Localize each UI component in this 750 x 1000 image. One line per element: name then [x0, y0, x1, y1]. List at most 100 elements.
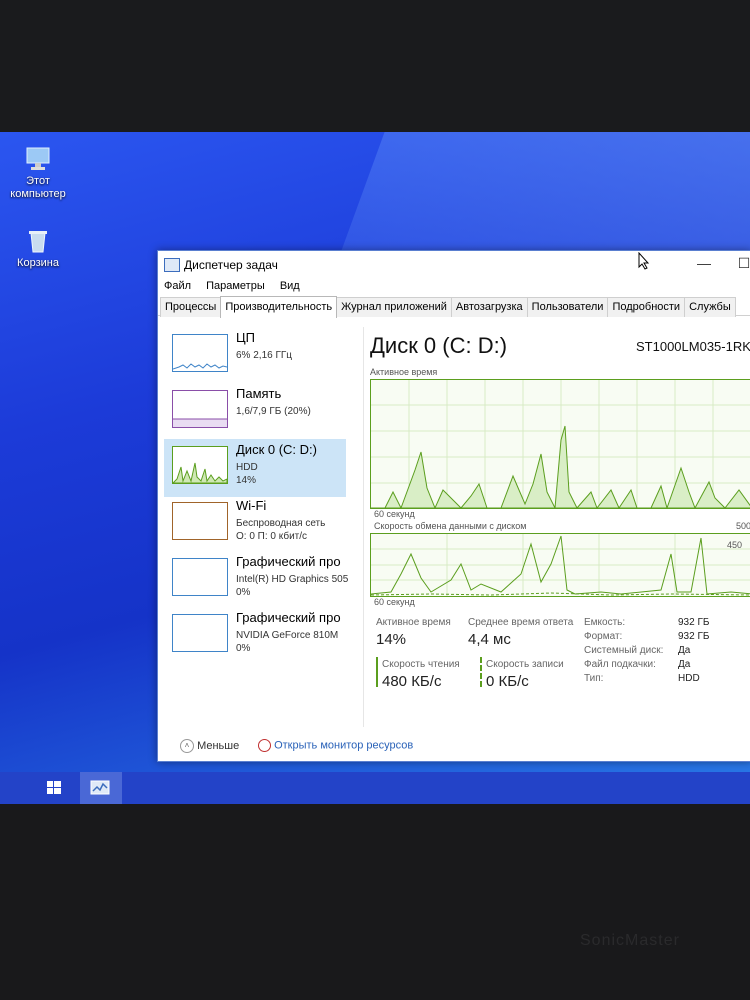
prop-pagefile-label: Файл подкачки: — [584, 659, 656, 670]
sidebar-item-label: Диск 0 (C: D:) — [236, 442, 317, 457]
desktop-icon-label: Этот компьютер — [10, 175, 66, 200]
wifi-type: Беспроводная сеть — [236, 518, 326, 529]
sidebar-item-label: ЦП — [236, 330, 255, 345]
desktop-icon-this-pc[interactable]: Этот компьютер — [6, 146, 70, 201]
title-bar[interactable]: Диспетчер задач — ☐ — [158, 251, 750, 277]
prop-format-label: Формат: — [584, 631, 623, 642]
memory-thumbnail-graph — [172, 390, 228, 428]
tab-startup[interactable]: Автозагрузка — [450, 297, 528, 317]
resource-monitor-icon — [258, 739, 271, 752]
sidebar-item-detail: NVIDIA GeForce 810M 0% — [236, 629, 338, 655]
task-manager-icon — [164, 258, 180, 272]
disk-usage: 14% — [236, 475, 257, 486]
desktop-icon-label: Корзина — [17, 257, 59, 269]
chevron-up-icon: ˄ — [180, 739, 194, 753]
task-manager-icon — [90, 780, 110, 795]
gpu-usage: 0% — [236, 643, 251, 654]
disk-type: HDD — [236, 462, 258, 473]
prop-capacity-value: 932 ГБ — [678, 617, 710, 628]
disk-model: ST1000LM035-1RK — [636, 339, 750, 354]
menu-file[interactable]: Файл — [164, 277, 191, 295]
active-time-graph — [370, 379, 750, 510]
start-button[interactable] — [42, 778, 66, 798]
prop-capacity-label: Емкость: — [584, 617, 626, 628]
tab-bar: Процессы Производительность Журнал приложе… — [158, 295, 750, 318]
window-title: Диспетчер задач — [184, 258, 278, 272]
recycle-bin-icon — [24, 228, 52, 254]
sidebar-item-gpu-intel[interactable]: Графический про Intel(R) HD Graphics 505… — [164, 551, 348, 609]
sidebar-item-detail: 1,6/7,9 ГБ (20%) — [236, 406, 311, 417]
disk-detail-panel: Диск 0 (C: D:) ST1000LM035-1RK Активное … — [363, 327, 750, 727]
fewer-details-label: Меньше — [197, 740, 240, 752]
graph-time-label: 60 секунд — [374, 597, 415, 607]
desktop: Этот компьютер Корзина Диспетчер задач —… — [0, 132, 750, 804]
open-resource-monitor-link[interactable]: Открыть монитор ресурсов — [258, 739, 413, 752]
tab-performance[interactable]: Производительность — [220, 296, 338, 318]
sidebar-item-label: Wi-Fi — [236, 498, 267, 513]
task-manager-window: Диспетчер задач — ☐ Файл Параметры Вид П… — [157, 250, 750, 762]
sidebar-item-detail: Беспроводная сеть О: 0 П: 0 кбит/с — [236, 517, 325, 543]
graph-label-transfer-rate: Скорость обмена данными с диском — [374, 521, 527, 531]
graph-scale-mid: 450 — [727, 540, 743, 550]
computer-icon — [24, 146, 52, 172]
stat-write-label: Скорость записи — [486, 659, 564, 670]
sidebar-item-label: Графический про — [236, 610, 341, 625]
tab-users[interactable]: Пользователи — [526, 297, 609, 317]
windows-logo-icon — [47, 781, 61, 794]
disk-thumbnail-graph — [171, 446, 228, 484]
sidebar-item-cpu[interactable]: ЦП 6% 2,16 ГГц — [164, 327, 346, 385]
page-title: Диск 0 (C: D:) — [370, 333, 508, 358]
prop-type-value: HDD — [678, 673, 700, 684]
prop-pagefile-value: Да — [678, 659, 691, 670]
laptop-brand-label: SonicMaster — [580, 932, 680, 949]
minimize-icon[interactable]: — — [684, 251, 724, 277]
sidebar-item-detail: HDD 14% — [236, 461, 258, 487]
stat-read-value: 480 КБ/с — [382, 673, 442, 690]
gpu-usage: 0% — [236, 587, 251, 598]
sidebar-item-detail: Intel(R) HD Graphics 505 0% — [236, 573, 348, 599]
footer-bar: ˄ Меньше Открыть монитор ресурсов — [158, 735, 750, 761]
stat-active-time-label: Активное время — [376, 617, 451, 628]
cpu-thumbnail-graph — [172, 334, 228, 372]
mouse-cursor-icon — [638, 252, 650, 270]
laptop-bezel-bottom — [0, 804, 750, 1000]
sidebar-item-gpu-nvidia[interactable]: Графический про NVIDIA GeForce 810M 0% — [164, 607, 346, 665]
sidebar-item-detail: 6% 2,16 ГГц — [236, 350, 293, 361]
write-speed-legend-line — [480, 657, 482, 687]
prop-format-value: 932 ГБ — [678, 631, 710, 642]
prop-type-label: Тип: — [584, 673, 604, 684]
tab-processes[interactable]: Процессы — [160, 297, 222, 317]
gpu-model: NVIDIA GeForce 810M — [236, 630, 339, 641]
graph-time-label: 60 секунд — [374, 509, 415, 519]
tab-app-history[interactable]: Журнал приложений — [336, 297, 452, 317]
stat-response-value: 4,4 мс — [468, 631, 511, 648]
graph-scale-top: 500 — [736, 521, 750, 531]
transfer-rate-graph: 450 — [370, 533, 750, 597]
stat-write-value: 0 КБ/с — [486, 673, 529, 690]
fewer-details-button[interactable]: ˄ Меньше — [180, 739, 239, 753]
resource-monitor-label: Открыть монитор ресурсов — [274, 739, 414, 752]
sidebar-item-label: Графический про — [236, 554, 341, 569]
maximize-icon[interactable]: ☐ — [724, 251, 750, 277]
menu-bar: Файл Параметры Вид — [158, 277, 750, 295]
wifi-thumbnail-graph — [172, 502, 228, 540]
taskbar — [0, 772, 750, 804]
gpu-model: Intel(R) HD Graphics 505 — [236, 574, 349, 585]
prop-system-disk-label: Системный диск: — [584, 645, 664, 656]
gpu-thumbnail-graph — [172, 558, 228, 596]
tab-details[interactable]: Подробности — [607, 297, 686, 317]
sidebar-item-disk0[interactable]: Диск 0 (C: D:) HDD 14% — [164, 439, 346, 497]
menu-view[interactable]: Вид — [280, 277, 300, 295]
wifi-throughput: О: 0 П: 0 кбит/с — [236, 531, 308, 542]
tab-services[interactable]: Службы — [684, 297, 736, 317]
resource-sidebar: ЦП 6% 2,16 ГГц Память 1,6/7,9 ГБ (20%) Д… — [164, 327, 348, 717]
graph-label-active-time: Активное время — [370, 367, 438, 377]
prop-system-disk-value: Да — [678, 645, 691, 656]
sidebar-item-memory[interactable]: Память 1,6/7,9 ГБ (20%) — [164, 383, 346, 441]
gpu-thumbnail-graph — [172, 614, 228, 652]
taskbar-task-manager-button[interactable] — [80, 772, 122, 804]
sidebar-item-wifi[interactable]: Wi-Fi Беспроводная сеть О: 0 П: 0 кбит/с — [164, 495, 346, 553]
menu-options[interactable]: Параметры — [206, 277, 265, 295]
read-speed-legend-line — [376, 657, 378, 687]
desktop-icon-recycle-bin[interactable]: Корзина — [6, 228, 70, 270]
